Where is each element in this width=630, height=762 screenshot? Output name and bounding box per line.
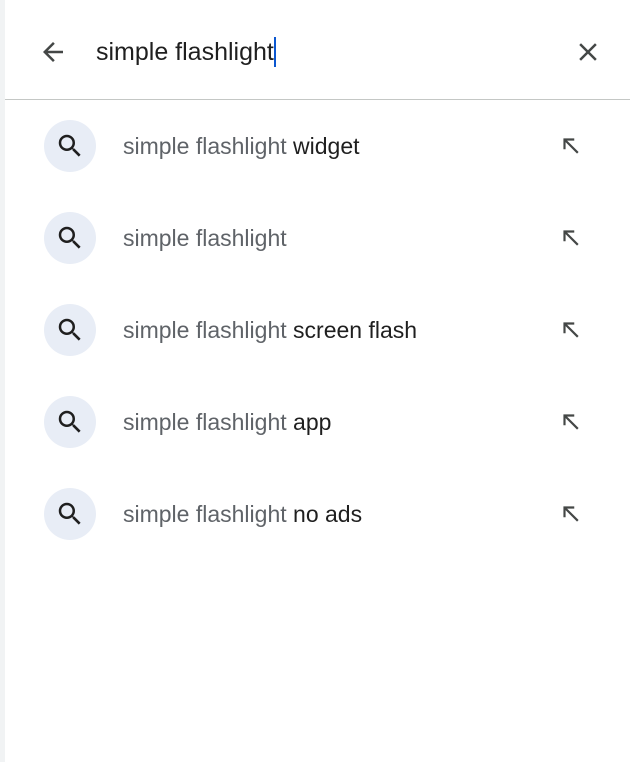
- fill-query-button[interactable]: [553, 496, 589, 532]
- suggestion-prefix: simple flashlight: [123, 408, 287, 435]
- suggestion-prefix: simple flashlight: [123, 316, 287, 343]
- search-icon: [58, 134, 81, 157]
- suggestion-suffix: widget: [286, 132, 360, 159]
- back-button[interactable]: [33, 32, 73, 72]
- suggestion-text: simple flashlight no ads: [123, 468, 362, 560]
- suggestion-item[interactable]: simple flashlight app: [5, 376, 630, 468]
- search-icon: [58, 226, 81, 249]
- suggestion-suffix: screen flash: [286, 316, 418, 343]
- search-icon: [58, 318, 81, 341]
- suggestion-item[interactable]: simple flashlight screen flash: [5, 284, 630, 376]
- suggestion-suffix: no ads: [286, 500, 363, 527]
- fill-query-button[interactable]: [553, 128, 589, 164]
- text-caret: [273, 37, 276, 67]
- suggestion-prefix: simple flashlight: [123, 132, 287, 159]
- close-icon: [579, 43, 597, 61]
- arrow-up-left-icon: [563, 506, 579, 522]
- fill-query-button[interactable]: [553, 404, 589, 440]
- suggestion-icon-bubble: [44, 120, 96, 172]
- fill-query-button[interactable]: [553, 312, 589, 348]
- arrow-up-left-icon: [563, 230, 579, 246]
- suggestion-text: simple flashlight: [123, 192, 287, 284]
- suggestion-icon-bubble: [44, 304, 96, 356]
- suggestion-icon-bubble: [44, 212, 96, 264]
- search-input[interactable]: simple flashlight: [96, 32, 276, 72]
- suggestion-text: simple flashlight app: [123, 376, 331, 468]
- suggestion-list: simple flashlight widget simple flashlig…: [5, 100, 630, 560]
- suggestion-item[interactable]: simple flashlight: [5, 192, 630, 284]
- suggestion-prefix: simple flashlight: [123, 224, 287, 251]
- search-icon: [58, 502, 81, 525]
- suggestion-item[interactable]: simple flashlight widget: [5, 100, 630, 192]
- search-icon: [58, 410, 81, 433]
- arrow-up-left-icon: [563, 322, 579, 338]
- suggestion-suffix: app: [286, 408, 332, 435]
- arrow-up-left-icon: [563, 414, 579, 430]
- suggestion-icon-bubble: [44, 488, 96, 540]
- search-query-text: simple flashlight: [96, 37, 274, 66]
- suggestion-item[interactable]: simple flashlight no ads: [5, 468, 630, 560]
- suggestion-text: simple flashlight screen flash: [123, 284, 417, 376]
- fill-query-button[interactable]: [553, 220, 589, 256]
- suggestion-text: simple flashlight widget: [123, 100, 360, 192]
- arrow-up-left-icon: [563, 138, 579, 154]
- suggestion-icon-bubble: [44, 396, 96, 448]
- suggestion-prefix: simple flashlight: [123, 500, 287, 527]
- arrow-back-icon: [43, 42, 63, 62]
- search-bar: simple flashlight: [5, 0, 630, 100]
- clear-button[interactable]: [568, 32, 608, 72]
